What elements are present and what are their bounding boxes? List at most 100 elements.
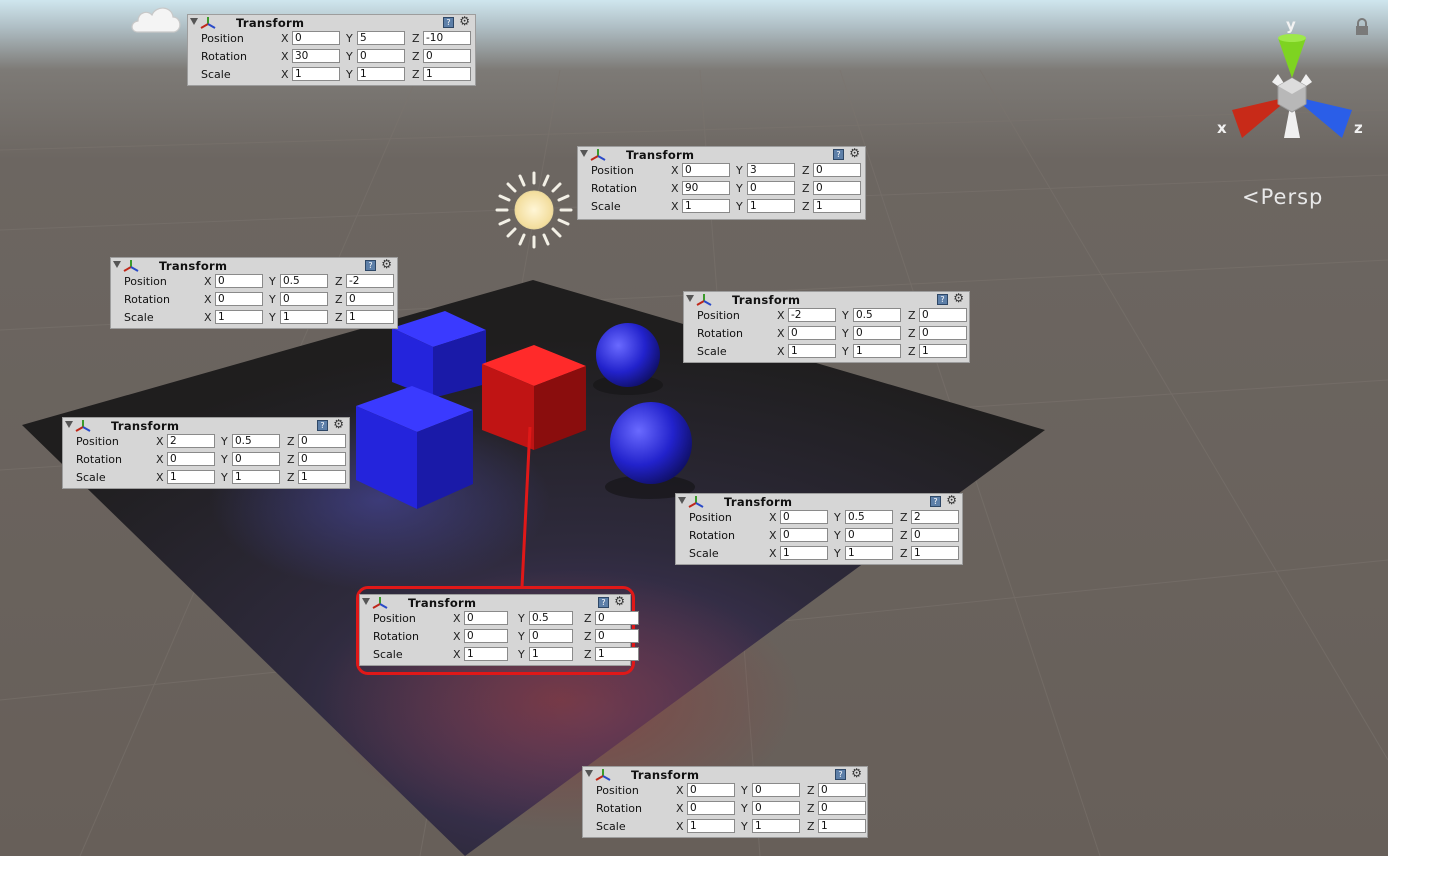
rotation-z-field[interactable]: 0: [818, 801, 866, 815]
transform-panel[interactable]: Transform? ⚙ Position X -2 Y 0.5 Z 0 Rotation X 0 Y 0…: [683, 291, 970, 363]
scale-z-field[interactable]: 1: [919, 344, 967, 358]
gear-icon[interactable]: ⚙: [851, 767, 862, 780]
rotation-y-field[interactable]: 0: [752, 801, 800, 815]
position-z-field[interactable]: 0: [919, 308, 967, 322]
blue-sphere-back[interactable]: [596, 323, 660, 387]
position-y-field[interactable]: 0: [752, 783, 800, 797]
transform-panel[interactable]: Transform? ⚙ Position X 0 Y 0.5 Z 2 Rotation X 0 Y 0 Z…: [675, 493, 963, 565]
sun-icon[interactable]: [495, 171, 573, 249]
position-y-field[interactable]: 0.5: [280, 274, 328, 288]
scale-x-field[interactable]: 1: [464, 647, 508, 661]
scale-x-field[interactable]: 1: [682, 199, 730, 213]
scale-y-field[interactable]: 1: [853, 344, 901, 358]
position-z-field[interactable]: 2: [911, 510, 959, 524]
position-x-field[interactable]: 0: [687, 783, 735, 797]
rotation-y-field[interactable]: 0: [280, 292, 328, 306]
position-x-field[interactable]: 0: [215, 274, 263, 288]
position-y-field[interactable]: 0.5: [529, 611, 573, 625]
rotation-x-field[interactable]: 0: [788, 326, 836, 340]
panel-header[interactable]: Transform? ⚙: [63, 418, 349, 433]
rotation-z-field[interactable]: 0: [813, 181, 861, 195]
position-y-field[interactable]: 0.5: [853, 308, 901, 322]
scale-z-field[interactable]: 1: [813, 199, 861, 213]
position-z-field[interactable]: 0: [818, 783, 866, 797]
position-x-field[interactable]: 0: [292, 31, 340, 45]
position-x-field[interactable]: 0: [780, 510, 828, 524]
red-cube[interactable]: [482, 345, 586, 450]
position-y-field[interactable]: 3: [747, 163, 795, 177]
foldout-arrow-icon[interactable]: [580, 150, 588, 157]
panel-header[interactable]: Transform? ⚙: [111, 258, 397, 273]
position-z-field[interactable]: -2: [346, 274, 394, 288]
help-book-icon[interactable]: ?: [317, 420, 328, 431]
rotation-y-field[interactable]: 0: [845, 528, 893, 542]
rotation-x-field[interactable]: 0: [215, 292, 263, 306]
transform-panel[interactable]: Transform? ⚙ Position X 0 Y 5 Z -10 Rotation X 30 Y 0…: [187, 14, 476, 86]
position-z-field[interactable]: 0: [298, 434, 346, 448]
transform-panel[interactable]: Transform? ⚙ Position X 0 Y 0.5 Z -2 Rotation X 0 Y 0…: [110, 257, 398, 329]
panel-header[interactable]: Transform? ⚙: [360, 595, 630, 610]
rotation-x-field[interactable]: 0: [687, 801, 735, 815]
foldout-arrow-icon[interactable]: [686, 295, 694, 302]
rotation-y-field[interactable]: 0: [747, 181, 795, 195]
scale-x-field[interactable]: 1: [780, 546, 828, 560]
scale-x-field[interactable]: 1: [687, 819, 735, 833]
position-y-field[interactable]: 0.5: [845, 510, 893, 524]
help-book-icon[interactable]: ?: [365, 260, 376, 271]
blue-cube-back[interactable]: [392, 311, 486, 398]
position-x-field[interactable]: 0: [464, 611, 508, 625]
scale-z-field[interactable]: 1: [346, 310, 394, 324]
help-book-icon[interactable]: ?: [833, 149, 844, 160]
rotation-x-field[interactable]: 0: [167, 452, 215, 466]
foldout-arrow-icon[interactable]: [190, 18, 198, 25]
scale-x-field[interactable]: 1: [167, 470, 215, 484]
gear-icon[interactable]: ⚙: [946, 494, 957, 507]
help-book-icon[interactable]: ?: [937, 294, 948, 305]
panel-header[interactable]: Transform? ⚙: [583, 767, 867, 782]
scale-y-field[interactable]: 1: [529, 647, 573, 661]
gear-icon[interactable]: ⚙: [614, 595, 625, 608]
rotation-y-field[interactable]: 0: [853, 326, 901, 340]
scale-x-field[interactable]: 1: [215, 310, 263, 324]
scale-y-field[interactable]: 1: [752, 819, 800, 833]
scale-x-field[interactable]: 1: [788, 344, 836, 358]
foldout-arrow-icon[interactable]: [678, 497, 686, 504]
axis-gizmo-icon[interactable]: y x z: [1212, 16, 1372, 154]
position-z-field[interactable]: 0: [813, 163, 861, 177]
scale-z-field[interactable]: 1: [911, 546, 959, 560]
position-x-field[interactable]: -2: [788, 308, 836, 322]
gear-icon[interactable]: ⚙: [459, 15, 470, 28]
position-y-field[interactable]: 5: [357, 31, 405, 45]
panel-header[interactable]: Transform? ⚙: [676, 494, 962, 509]
help-book-icon[interactable]: ?: [930, 496, 941, 507]
rotation-y-field[interactable]: 0: [529, 629, 573, 643]
rotation-z-field[interactable]: 0: [595, 629, 639, 643]
transform-panel[interactable]: Transform? ⚙ Position X 0 Y 3 Z 0 Rotation X 90 Y 0 Z 0…: [577, 146, 866, 220]
panel-header[interactable]: Transform? ⚙: [578, 147, 865, 162]
position-z-field[interactable]: -10: [423, 31, 471, 45]
rotation-x-field[interactable]: 0: [780, 528, 828, 542]
scale-y-field[interactable]: 1: [357, 67, 405, 81]
scale-z-field[interactable]: 1: [818, 819, 866, 833]
position-x-field[interactable]: 0: [682, 163, 730, 177]
scale-z-field[interactable]: 1: [595, 647, 639, 661]
gear-icon[interactable]: ⚙: [333, 418, 344, 431]
rotation-z-field[interactable]: 0: [346, 292, 394, 306]
help-book-icon[interactable]: ?: [835, 769, 846, 780]
lock-icon[interactable]: [1354, 18, 1370, 36]
transform-panel[interactable]: Transform? ⚙ Position X 2 Y 0.5 Z 0 Rotation X 0 Y 0 Z…: [62, 417, 350, 489]
scale-y-field[interactable]: 1: [280, 310, 328, 324]
foldout-arrow-icon[interactable]: [362, 598, 370, 605]
transform-panel[interactable]: Transform? ⚙ Position X 0 Y 0.5 Z 0 Rotation X 0 Y 0 Z…: [359, 594, 639, 666]
cloud-icon[interactable]: [128, 2, 184, 38]
foldout-arrow-icon[interactable]: [113, 261, 121, 268]
transform-panel[interactable]: Transform? ⚙ Position X 0 Y 0 Z 0 Rotation X 0 Y 0 Z 0 S…: [582, 766, 868, 838]
rotation-x-field[interactable]: 0: [464, 629, 508, 643]
help-book-icon[interactable]: ?: [598, 597, 609, 608]
position-y-field[interactable]: 0.5: [232, 434, 280, 448]
foldout-arrow-icon[interactable]: [585, 770, 593, 777]
scale-z-field[interactable]: 1: [298, 470, 346, 484]
scale-z-field[interactable]: 1: [423, 67, 471, 81]
position-z-field[interactable]: 0: [595, 611, 639, 625]
gear-icon[interactable]: ⚙: [849, 147, 860, 160]
